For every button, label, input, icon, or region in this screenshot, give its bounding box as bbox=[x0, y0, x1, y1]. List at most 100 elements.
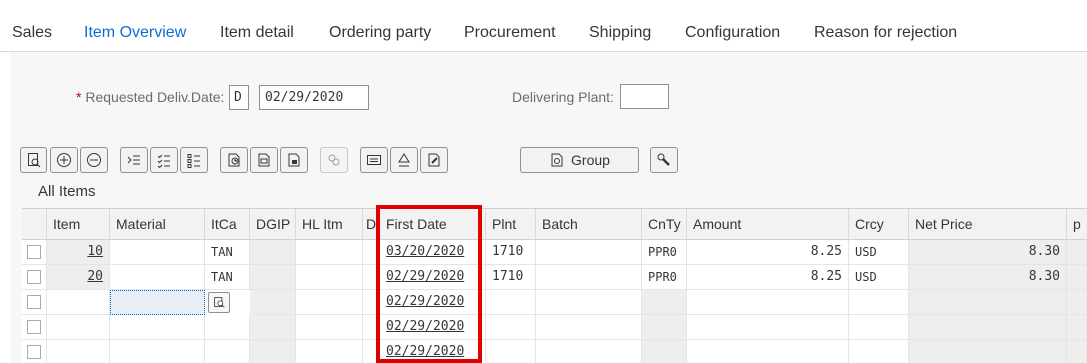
plnt-cell[interactable]: 1710 bbox=[486, 240, 536, 265]
column-header-p[interactable]: p bbox=[1067, 209, 1087, 240]
crcy-cell[interactable]: USD bbox=[849, 265, 909, 290]
column-header-first-date[interactable]: First Date bbox=[380, 209, 486, 240]
tab-shipping[interactable]: Shipping bbox=[589, 24, 651, 42]
first-date-link[interactable]: 02/29/2020 bbox=[386, 269, 464, 284]
plnt-cell[interactable] bbox=[486, 340, 536, 363]
table-row-selector[interactable] bbox=[22, 265, 47, 290]
cnty-cell[interactable]: PPR0 bbox=[642, 240, 687, 265]
column-header-d[interactable]: D bbox=[363, 209, 380, 240]
item-number-cell[interactable] bbox=[47, 290, 110, 315]
availability-button[interactable] bbox=[280, 147, 308, 173]
hl-itm-cell[interactable] bbox=[296, 240, 363, 265]
item-number-cell[interactable]: 20 bbox=[47, 265, 110, 290]
tab-configuration[interactable]: Configuration bbox=[685, 24, 780, 42]
material-cell[interactable] bbox=[110, 315, 205, 340]
column-header-itca[interactable]: ItCa bbox=[205, 209, 250, 240]
first-date-link[interactable]: 02/29/2020 bbox=[386, 344, 464, 359]
structure-button[interactable] bbox=[390, 147, 418, 173]
amount-cell[interactable] bbox=[687, 315, 849, 340]
column-header-crcy[interactable]: Crcy bbox=[849, 209, 909, 240]
crcy-cell[interactable] bbox=[849, 315, 909, 340]
column-header-plnt[interactable]: Plnt bbox=[486, 209, 536, 240]
d-cell[interactable] bbox=[363, 340, 380, 363]
material-cell[interactable] bbox=[110, 265, 205, 290]
first-date-cell[interactable]: 02/29/2020 bbox=[380, 290, 486, 315]
value-help-button[interactable] bbox=[208, 292, 230, 313]
tab-sales[interactable]: Sales bbox=[12, 24, 52, 42]
amount-cell[interactable] bbox=[687, 290, 849, 315]
row-checkbox[interactable] bbox=[27, 270, 41, 284]
deselect-all-button[interactable] bbox=[180, 147, 208, 173]
amount-cell[interactable]: 8.25 bbox=[687, 240, 849, 265]
table-row-selector[interactable] bbox=[22, 340, 47, 363]
column-header-item[interactable]: Item bbox=[47, 209, 110, 240]
item-number-link[interactable]: 20 bbox=[87, 269, 103, 284]
delivering-plant-field[interactable] bbox=[620, 84, 669, 109]
expand-button[interactable] bbox=[50, 147, 78, 173]
row-checkbox[interactable] bbox=[27, 245, 41, 259]
group-button[interactable]: Group bbox=[520, 147, 639, 173]
item-number-cell[interactable] bbox=[47, 340, 110, 363]
first-date-link[interactable]: 02/29/2020 bbox=[386, 294, 464, 309]
batch-cell[interactable] bbox=[536, 290, 642, 315]
batch-cell[interactable] bbox=[536, 340, 642, 363]
row-checkbox[interactable] bbox=[27, 295, 41, 309]
plnt-cell[interactable] bbox=[486, 290, 536, 315]
item-number-link[interactable]: 10 bbox=[87, 244, 103, 259]
hl-itm-cell[interactable] bbox=[296, 315, 363, 340]
item-number-cell[interactable]: 10 bbox=[47, 240, 110, 265]
material-input[interactable] bbox=[110, 290, 205, 315]
item-number-cell[interactable] bbox=[47, 315, 110, 340]
document-flow-button[interactable] bbox=[420, 147, 448, 173]
tab-reason-for-rejection[interactable]: Reason for rejection bbox=[814, 24, 957, 42]
first-date-link[interactable]: 03/20/2020 bbox=[386, 244, 464, 259]
batch-cell[interactable] bbox=[536, 315, 642, 340]
itca-cell[interactable] bbox=[205, 315, 250, 340]
hl-itm-cell[interactable] bbox=[296, 265, 363, 290]
tab-item-detail[interactable]: Item detail bbox=[220, 24, 294, 42]
insert-row-button[interactable] bbox=[120, 147, 148, 173]
first-date-cell[interactable]: 03/20/2020 bbox=[380, 240, 486, 265]
first-date-cell[interactable]: 02/29/2020 bbox=[380, 265, 486, 290]
select-all-button[interactable] bbox=[150, 147, 178, 173]
material-cell[interactable] bbox=[110, 340, 205, 363]
plnt-cell[interactable]: 1710 bbox=[486, 265, 536, 290]
column-header-select[interactable] bbox=[22, 209, 47, 240]
item-detail-button[interactable] bbox=[20, 147, 47, 173]
itca-cell[interactable]: TAN bbox=[205, 265, 250, 290]
tab-procurement[interactable]: Procurement bbox=[464, 24, 556, 42]
amount-cell[interactable]: 8.25 bbox=[687, 265, 849, 290]
row-checkbox[interactable] bbox=[27, 320, 41, 334]
tab-item-overview[interactable]: Item Overview bbox=[84, 24, 187, 56]
requested-deliv-date-field[interactable]: 02/29/2020 bbox=[259, 85, 369, 110]
batch-cell[interactable] bbox=[536, 265, 642, 290]
configuration-button[interactable] bbox=[320, 147, 348, 173]
plnt-cell[interactable] bbox=[486, 315, 536, 340]
first-date-cell[interactable]: 02/29/2020 bbox=[380, 340, 486, 363]
hl-itm-cell[interactable] bbox=[296, 340, 363, 363]
table-row-selector[interactable] bbox=[22, 290, 47, 315]
d-cell[interactable] bbox=[363, 265, 380, 290]
column-header-hl-itm[interactable]: HL Itm bbox=[296, 209, 363, 240]
amount-cell[interactable] bbox=[687, 340, 849, 363]
column-header-batch[interactable]: Batch bbox=[536, 209, 642, 240]
tab-ordering-party[interactable]: Ordering party bbox=[329, 24, 431, 42]
date-type-field[interactable]: D bbox=[229, 85, 249, 110]
column-header-net-price[interactable]: Net Price bbox=[909, 209, 1067, 240]
column-header-dgip[interactable]: DGIP bbox=[250, 209, 296, 240]
column-header-cnty[interactable]: CnTy bbox=[642, 209, 687, 240]
d-cell[interactable] bbox=[363, 290, 380, 315]
wrench-button[interactable] bbox=[650, 147, 678, 173]
collapse-button[interactable] bbox=[80, 147, 108, 173]
hl-itm-cell[interactable] bbox=[296, 290, 363, 315]
crcy-cell[interactable] bbox=[849, 290, 909, 315]
first-date-cell[interactable]: 02/29/2020 bbox=[380, 315, 486, 340]
d-cell[interactable] bbox=[363, 315, 380, 340]
crcy-cell[interactable] bbox=[849, 340, 909, 363]
table-row-selector[interactable] bbox=[22, 240, 47, 265]
table-row-selector[interactable] bbox=[22, 315, 47, 340]
itca-cell[interactable]: TAN bbox=[205, 240, 250, 265]
itca-cell[interactable] bbox=[205, 340, 250, 363]
schedule-lines-button[interactable] bbox=[220, 147, 248, 173]
material-cell[interactable] bbox=[110, 240, 205, 265]
